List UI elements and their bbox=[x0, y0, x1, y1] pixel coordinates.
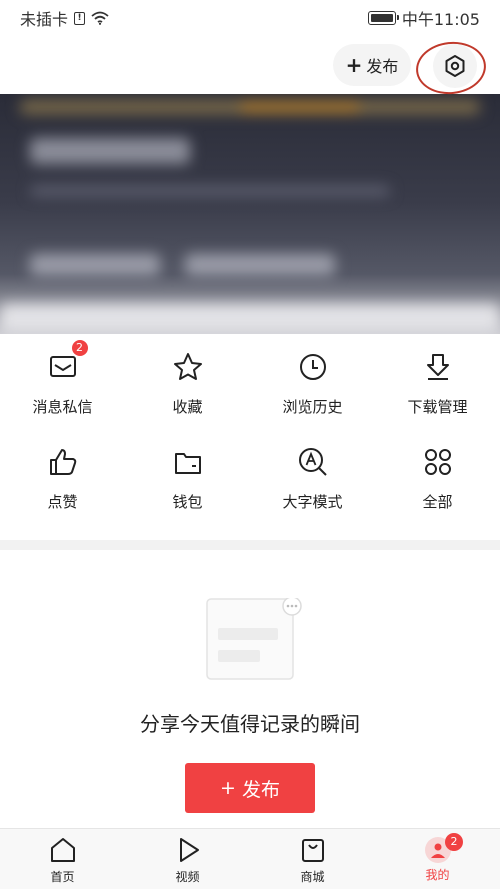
empty-state-text: 分享今天值得记录的瞬间 bbox=[140, 712, 360, 736]
user-icon bbox=[430, 843, 445, 858]
grid-label: 消息私信 bbox=[32, 398, 93, 416]
grid-item-wallet[interactable]: 钱包 bbox=[125, 429, 250, 519]
message-badge: 2 bbox=[71, 340, 88, 356]
message-icon bbox=[49, 356, 76, 377]
status-time: 中午11:05 bbox=[401, 10, 480, 29]
status-right: 中午11:05 bbox=[367, 6, 480, 30]
nav-label: 首页 bbox=[50, 870, 75, 884]
clock-icon bbox=[299, 354, 326, 380]
header-bar: + 发布 bbox=[0, 36, 500, 98]
banner-blob bbox=[30, 254, 160, 276]
shopping-bag-icon bbox=[301, 839, 324, 862]
header-publish-button[interactable]: + 发布 bbox=[333, 44, 411, 86]
grid-item-downloads[interactable]: 下载管理 bbox=[375, 334, 500, 424]
carrier-text: 未插卡 bbox=[20, 10, 69, 29]
grid-item-likes[interactable]: 点赞 bbox=[0, 429, 125, 519]
star-icon bbox=[173, 353, 202, 380]
empty-state: 分享今天值得记录的瞬间 + 发布 bbox=[0, 550, 500, 828]
wallet-icon bbox=[174, 453, 201, 474]
large-text-icon-wrap bbox=[296, 445, 330, 479]
large-text-icon bbox=[298, 448, 327, 476]
nav-label: 我的 bbox=[425, 868, 450, 882]
download-icon-wrap bbox=[421, 350, 455, 384]
battery-icon bbox=[367, 11, 399, 25]
nav-item-mine[interactable]: 2 我的 bbox=[375, 829, 500, 889]
battery-fill bbox=[370, 14, 393, 22]
grid-item-messages[interactable]: 2 消息私信 bbox=[0, 334, 125, 424]
banner-blob bbox=[185, 254, 335, 276]
status-left: 未插卡 ! bbox=[20, 6, 109, 30]
grid-label: 浏览历史 bbox=[282, 398, 343, 416]
grid-label: 大字模式 bbox=[282, 493, 343, 511]
grid-item-history[interactable]: 浏览历史 bbox=[250, 334, 375, 424]
publish-cta-label: 发布 bbox=[241, 778, 280, 801]
nav-item-video[interactable]: 视频 bbox=[125, 829, 250, 889]
grid-icon-wrap bbox=[421, 445, 455, 479]
nav-item-mall[interactable]: 商城 bbox=[250, 829, 375, 889]
grid-item-favorites[interactable]: 收藏 bbox=[125, 334, 250, 424]
download-icon bbox=[426, 354, 449, 380]
banner-blob bbox=[0, 304, 500, 334]
plus-icon: + bbox=[220, 777, 236, 799]
grid-label: 钱包 bbox=[172, 493, 203, 511]
wifi-icon bbox=[91, 11, 109, 25]
profile-banner[interactable] bbox=[0, 94, 500, 334]
grid-label: 点赞 bbox=[47, 493, 78, 511]
nav-badge: 2 bbox=[445, 833, 463, 851]
bottom-nav: 首页 视频 商城 2 我的 bbox=[0, 828, 500, 889]
thumbs-up-icon-wrap bbox=[46, 445, 80, 479]
message-icon-wrap: 2 bbox=[46, 340, 88, 384]
plus-icon: + bbox=[345, 53, 363, 77]
wallet-icon-wrap bbox=[171, 445, 205, 479]
header-publish-label: 发布 bbox=[366, 57, 399, 76]
grid-label: 全部 bbox=[422, 493, 453, 511]
status-bar: 未插卡 ! 中午11:05 bbox=[0, 0, 500, 36]
banner-blob bbox=[30, 186, 390, 196]
home-icon bbox=[50, 838, 75, 862]
star-icon-wrap bbox=[171, 350, 205, 384]
clock-icon-wrap bbox=[296, 350, 330, 384]
grid-icon bbox=[424, 449, 451, 475]
sim-alert-icon: ! bbox=[74, 11, 86, 25]
grid-item-all[interactable]: 全部 bbox=[375, 429, 500, 519]
banner-blur bbox=[0, 94, 500, 334]
thumbs-up-icon bbox=[49, 449, 76, 475]
nav-label: 商城 bbox=[300, 870, 325, 884]
empty-post-illustration bbox=[206, 598, 302, 680]
grid-item-large-text[interactable]: 大字模式 bbox=[250, 429, 375, 519]
feature-grid: 2 消息私信 收藏 浏览历史 下载管理 点赞 钱包 大字模式 全部 bbox=[0, 334, 500, 540]
publish-cta-button[interactable]: + 发布 bbox=[185, 763, 315, 813]
grid-label: 下载管理 bbox=[407, 398, 468, 416]
grid-label: 收藏 bbox=[172, 398, 203, 416]
nav-item-home[interactable]: 首页 bbox=[0, 829, 125, 889]
banner-blob bbox=[30, 138, 190, 164]
banner-blob bbox=[240, 102, 360, 112]
section-divider bbox=[0, 540, 500, 550]
highlight-ring-annotation bbox=[413, 38, 489, 98]
play-icon bbox=[179, 838, 199, 862]
nav-label: 视频 bbox=[175, 870, 200, 884]
